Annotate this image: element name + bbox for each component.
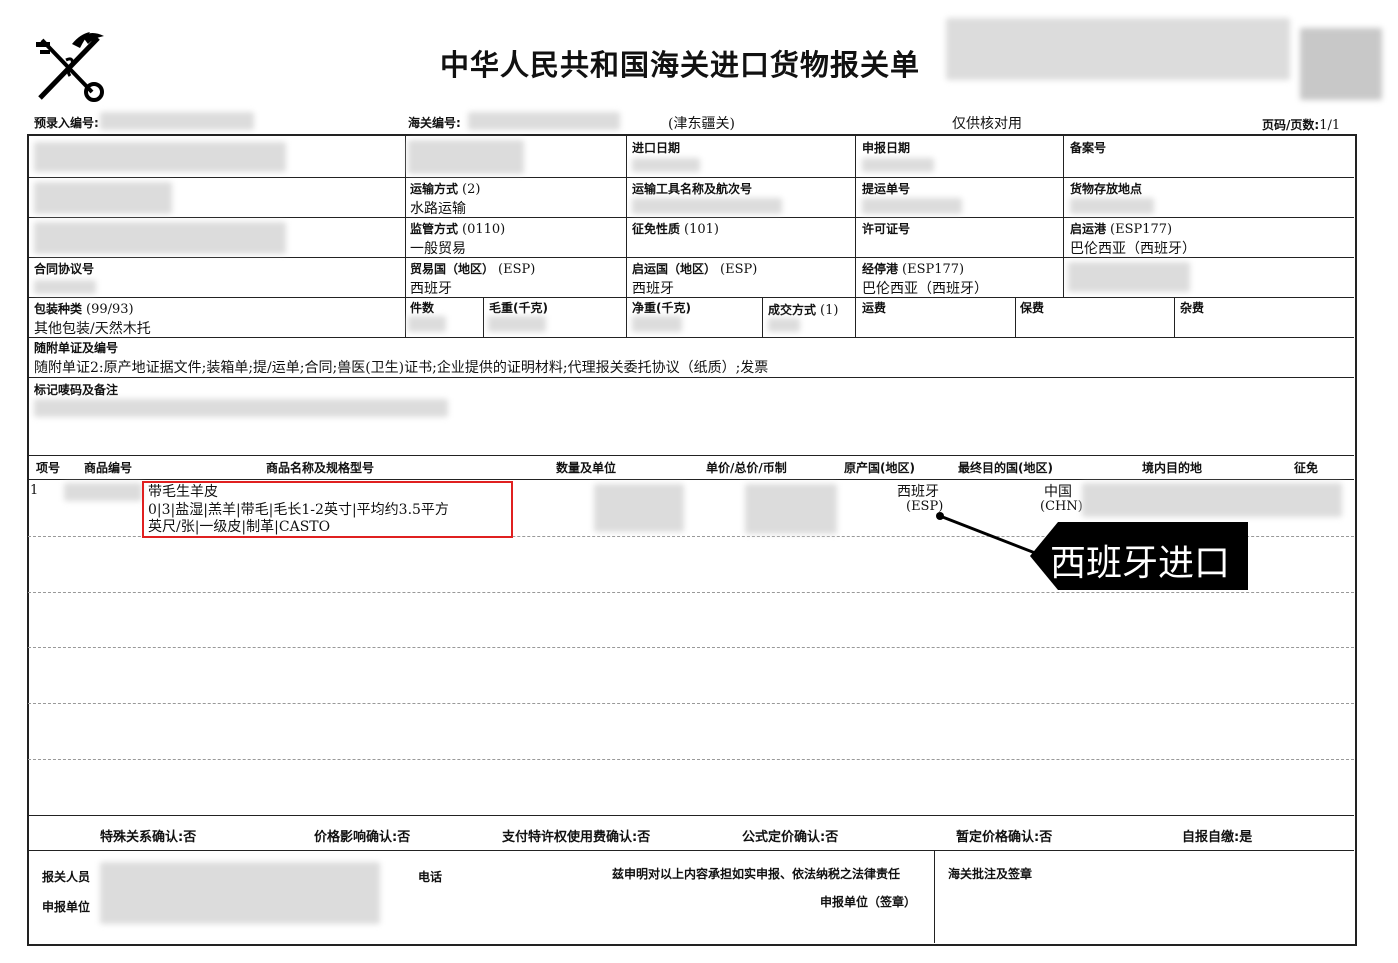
levy-label: 征免性质 (101) <box>632 222 719 237</box>
redacted-price <box>745 484 837 534</box>
customs-office: (津东疆关) <box>668 116 735 132</box>
item-destination: 中国 <box>1044 484 1072 500</box>
phone-label: 电话 <box>418 870 443 884</box>
redacted-barcode <box>946 18 1290 80</box>
redacted-qr <box>1300 28 1382 100</box>
insurance-label: 保费 <box>1020 301 1045 315</box>
trade-country-label: 贸易国（地区） (ESP) <box>410 262 536 277</box>
transport-mode-value: 水路运输 <box>410 201 466 217</box>
item-origin: 西班牙 <box>897 484 939 500</box>
col-price: 单价/总价/币制 <box>706 461 787 475</box>
col-destination: 最终目的国(地区) <box>958 461 1053 475</box>
col-quantity: 数量及单位 <box>556 461 617 475</box>
freight-label: 运费 <box>862 301 887 315</box>
gross-weight-label: 毛重(千克) <box>489 301 548 315</box>
callout-text: 西班牙进口 <box>1050 543 1231 584</box>
redacted-customs-no <box>468 112 620 130</box>
trade-country-value: 西班牙 <box>410 281 452 297</box>
self-pay-confirm: 自报自缴:是 <box>1182 830 1253 845</box>
page-title: 中华人民共和国海关进口货物报关单 <box>440 48 921 82</box>
docs-value: 随附单证2:原产地证据文件;装箱单;提/运单;合同;兽医(卫生)证书;企业提供的… <box>34 360 769 376</box>
redacted-pre-entry <box>100 112 254 130</box>
redacted-net <box>632 316 682 332</box>
redacted-bill <box>862 198 962 214</box>
marks-label: 标记唛码及备注 <box>34 383 119 397</box>
verify-note: 仅供核对用 <box>952 116 1022 132</box>
col-goods-name: 商品名称及规格型号 <box>266 461 375 475</box>
package-label: 包装种类 (99/93) <box>34 302 134 317</box>
goods-name-line1: 带毛生羊皮 <box>148 484 218 500</box>
redacted-deal <box>768 318 800 332</box>
storage-label: 货物存放地点 <box>1070 182 1143 196</box>
import-date-label: 进口日期 <box>632 141 681 155</box>
price-impact-confirm: 价格影响确认:否 <box>314 830 411 845</box>
deal-mode-label: 成交方式 (1) <box>768 303 839 318</box>
redacted-contract <box>34 280 96 294</box>
vessel-label: 运输工具名称及航次号 <box>632 182 753 196</box>
redacted-consignee <box>34 142 286 172</box>
redacted-import-date <box>632 158 700 172</box>
package-value: 其他包装/天然木托 <box>34 321 151 337</box>
customs-signature-label: 海关批注及签章 <box>948 867 1033 881</box>
col-hs-code: 商品编号 <box>84 461 133 475</box>
redacted-entry-port <box>1068 262 1190 292</box>
page-value: 1/1 <box>1319 118 1341 133</box>
supervision-value: 一般贸易 <box>410 241 466 257</box>
license-label: 许可证号 <box>862 222 911 236</box>
contract-label: 合同协议号 <box>34 262 95 276</box>
declarant-label: 报关人员 <box>42 870 91 884</box>
docs-label: 随附单证及编号 <box>34 341 119 355</box>
col-origin: 原产国(地区) <box>844 461 915 475</box>
departure-port-label: 启运港 (ESP177) <box>1070 222 1173 237</box>
transit-port-label: 经停港 (ESP177) <box>862 262 965 277</box>
redacted-gross <box>488 316 546 332</box>
col-levy: 征免 <box>1294 461 1319 475</box>
page-label: 页码/页数: <box>1262 118 1320 132</box>
col-domestic-dest: 境内目的地 <box>1142 461 1203 475</box>
origin-country-label: 启运国（地区） (ESP) <box>632 262 758 277</box>
redacted-hs-code <box>64 483 142 501</box>
royalty-confirm: 支付特许权使用费确认:否 <box>502 830 651 845</box>
col-item-no: 项号 <box>36 461 61 475</box>
special-relation-confirm: 特殊关系确认:否 <box>100 830 197 845</box>
redacted-declare-date <box>862 158 934 172</box>
redacted-port <box>408 140 524 174</box>
customs-no-label: 海关编号: <box>408 116 461 130</box>
redacted-consumer <box>34 222 286 254</box>
transit-port-value: 巴伦西亚（西班牙） <box>862 281 988 297</box>
pieces-label: 件数 <box>410 301 435 315</box>
redacted-storage <box>1070 198 1154 214</box>
departure-port-value: 巴伦西亚（西班牙） <box>1070 241 1196 257</box>
record-no-label: 备案号 <box>1070 141 1107 155</box>
redacted-domestic-dest <box>1082 483 1342 517</box>
misc-label: 杂费 <box>1180 301 1205 315</box>
net-weight-label: 净重(千克) <box>632 301 691 315</box>
redacted-shipper <box>34 182 172 214</box>
declare-unit-label: 申报单位 <box>42 900 91 914</box>
redacted-quantity <box>594 484 684 532</box>
bill-label: 提运单号 <box>862 182 911 196</box>
declaration-statement: 兹申明对以上内容承担如实申报、依法纳税之法律责任 <box>612 867 901 881</box>
formula-price-confirm: 公式定价确认:否 <box>742 830 839 845</box>
goods-name-line3: 英尺/张|一级皮|制革|CASTO <box>148 519 331 535</box>
redacted-declarant <box>100 862 380 924</box>
customs-emblem-icon <box>32 30 108 104</box>
page-indicator: 页码/页数:1/1 <box>1262 114 1340 133</box>
redacted-vessel <box>632 198 782 214</box>
origin-country-value: 西班牙 <box>632 281 674 297</box>
pre-entry-label: 预录入编号: <box>34 116 99 130</box>
redacted-marks <box>34 399 448 417</box>
item-no: 1 <box>30 483 39 498</box>
redacted-pieces <box>408 316 446 332</box>
supervision-label: 监管方式 (0110) <box>410 222 506 237</box>
transport-mode-label: 运输方式 (2) <box>410 182 481 197</box>
unit-signature-label: 申报单位（签章） <box>820 895 917 909</box>
provisional-price-confirm: 暂定价格确认:否 <box>956 830 1053 845</box>
declare-date-label: 申报日期 <box>862 141 911 155</box>
